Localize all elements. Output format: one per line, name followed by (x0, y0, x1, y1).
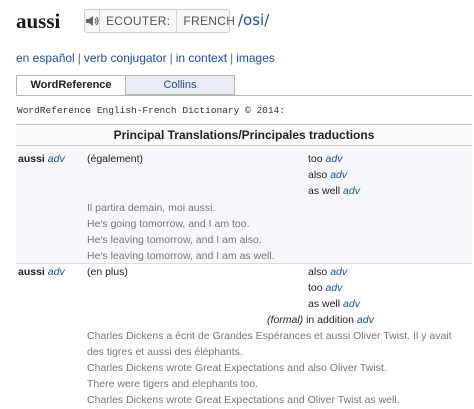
translation-word: too (308, 282, 323, 294)
example-sentence: Il partira demain, moi aussi. (87, 202, 216, 214)
link-separator: | (77, 51, 81, 65)
headword: aussi (16, 9, 61, 33)
tab-wordreference[interactable]: WordReference (16, 75, 126, 95)
link-in-context[interactable]: in context (176, 51, 227, 65)
example-sentence: He's going tomorrow, and I am too. (87, 218, 250, 230)
entry-pos: adv (47, 266, 65, 278)
translation-item: too adv (308, 151, 342, 167)
translation-word: as well (308, 185, 341, 197)
example-sentence: Charles Dickens a écrit de Grandes Espér… (87, 330, 452, 342)
translation-pos: adv (325, 282, 343, 294)
translation-pos: adv (356, 314, 374, 326)
entry-term-cell: aussi adv (18, 264, 65, 280)
translation-item: also adv (308, 264, 347, 280)
example-sentence: des tigres et aussi des éléphants. (87, 346, 243, 358)
dictionary-copyright: WordReference English-French Dictionary … (17, 105, 285, 116)
translation-qualifier: (formal) (267, 314, 304, 326)
translation-item: too adv (308, 280, 342, 296)
translation-word: in addition (306, 314, 354, 326)
entry-row: aussi adv (également) too adv also adv a… (16, 148, 472, 264)
translation-pos: adv (325, 153, 343, 165)
translation-word: also (308, 266, 328, 278)
link-separator: | (230, 51, 234, 65)
translation-pos: adv (330, 266, 348, 278)
audio-player[interactable]: ECOUTER: FRENCH (84, 9, 235, 33)
link-verb-conjugator[interactable]: verb conjugator (84, 51, 167, 65)
entry-term: aussi (18, 266, 45, 278)
tab-collins[interactable]: Collins (125, 75, 235, 95)
translation-word: as well (308, 298, 341, 310)
translation-item: as well adv (308, 183, 360, 199)
entry-term: aussi (18, 153, 45, 165)
entry-pos: adv (47, 153, 65, 165)
speaker-icon[interactable] (85, 10, 100, 32)
phonetic-transcription: /osi/ (238, 11, 270, 29)
translation-item: also adv (308, 167, 347, 183)
entry-row: aussi adv (en plus) also adv too adv as … (16, 264, 472, 409)
translation-pos: adv (330, 169, 348, 181)
translation-item: as well adv (308, 296, 360, 312)
translation-item: (formal) in addition adv (267, 312, 374, 328)
example-sentence: He's leaving tomorrow, and I am also. (87, 234, 262, 246)
dictionary-tabs: WordReference Collins (16, 75, 235, 95)
translation-word: too (308, 153, 323, 165)
related-links: en español | verb conjugator | in context | im… (16, 51, 275, 65)
link-separator: | (169, 51, 173, 65)
language-select[interactable]: FRENCH (177, 10, 241, 32)
ecouter-label[interactable]: ECOUTER: (100, 10, 178, 32)
entry-term-cell: aussi adv (18, 151, 65, 167)
tab-divider (16, 95, 472, 96)
section-title: Principal Translations/Principales tradu… (16, 124, 472, 146)
header: aussi (16, 8, 60, 34)
entry-note: (en plus) (87, 266, 128, 278)
translation-pos: adv (343, 185, 360, 197)
translation-word: also (308, 169, 328, 181)
example-sentence: He's leaving tomorrow, and I am as well. (87, 250, 275, 262)
example-sentence: Charles Dickens wrote Great Expectations… (87, 362, 387, 374)
example-sentence: There were tigers and elephants too. (87, 378, 259, 390)
example-sentence: Charles Dickens wrote Great Expectations… (87, 394, 400, 406)
link-images[interactable]: images (236, 51, 275, 65)
translation-pos: adv (343, 298, 360, 310)
entry-note: (également) (87, 153, 144, 165)
link-en-espanol[interactable]: en español (16, 51, 75, 65)
